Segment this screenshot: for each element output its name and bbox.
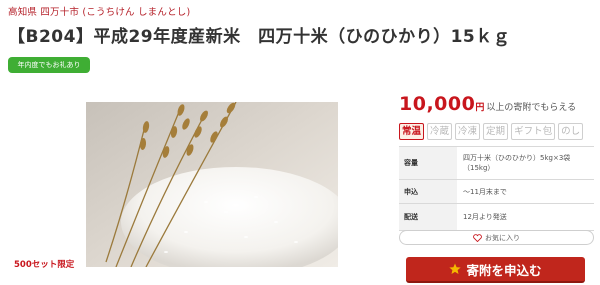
shipping-tags: 常温 冷蔵 冷凍 定期 ギフト包 のし — [399, 123, 584, 140]
price-note: 以上の寄附でもらえる — [486, 103, 577, 113]
info-row-capacity: 容量 四万十米（ひのひかり）5kg×3袋 （15kg） — [399, 147, 594, 180]
heart-icon — [473, 233, 482, 242]
apply-label: 寄附を申込む — [466, 262, 542, 278]
price-unit: 円 — [475, 103, 485, 113]
info-value-line: ～11月末まで — [463, 187, 507, 196]
info-value: 四万十米（ひのひかり）5kg×3袋 （15kg） — [457, 147, 594, 179]
apply-donation-button[interactable]: 寄附を申込む — [406, 257, 585, 283]
tag-refrigerated: 冷蔵 — [427, 123, 453, 140]
page-title: 【B204】平成29年度産新米 四万十米（ひのひかり）15ｋｇ — [8, 27, 511, 47]
price-row: 10,000円 以上の寄附でもらえる — [399, 93, 576, 115]
tag-gift-wrap: ギフト包 — [511, 123, 556, 140]
product-image — [86, 102, 338, 267]
info-value: ～11月末まで — [457, 180, 594, 203]
info-value-line: 四万十米（ひのひかり）5kg×3袋 — [463, 154, 571, 162]
favorite-label: お気に入り — [485, 233, 520, 242]
tag-room-temp: 常温 — [399, 123, 425, 140]
info-row-delivery: 配送 12月より発送 — [399, 204, 594, 231]
tag-frozen: 冷凍 — [455, 123, 481, 140]
limited-quantity: 500セット限定 — [14, 260, 75, 270]
star-icon — [449, 263, 462, 274]
info-key: 配送 — [404, 213, 418, 221]
price-amount: 10,000 — [399, 93, 476, 115]
favorite-button[interactable]: お気に入り — [399, 230, 594, 245]
info-value-line: 12月より発送 — [463, 213, 507, 221]
info-key: 容量 — [404, 159, 418, 167]
breadcrumb[interactable]: 高知県 四万十市 (こうちけん しまんとし) — [8, 4, 190, 18]
year-badge: 年内度でもお礼あり — [8, 57, 90, 73]
tag-subscription: 定期 — [483, 123, 509, 140]
tag-noshi: のし — [558, 123, 584, 140]
info-table: 容量 四万十米（ひのひかり）5kg×3袋 （15kg） 申込 ～11月末まで 配… — [399, 146, 594, 231]
info-row-application: 申込 ～11月末まで — [399, 180, 594, 204]
info-value-line: （15kg） — [463, 164, 495, 172]
info-value: 12月より発送 — [457, 204, 594, 230]
info-key: 申込 — [404, 187, 418, 196]
